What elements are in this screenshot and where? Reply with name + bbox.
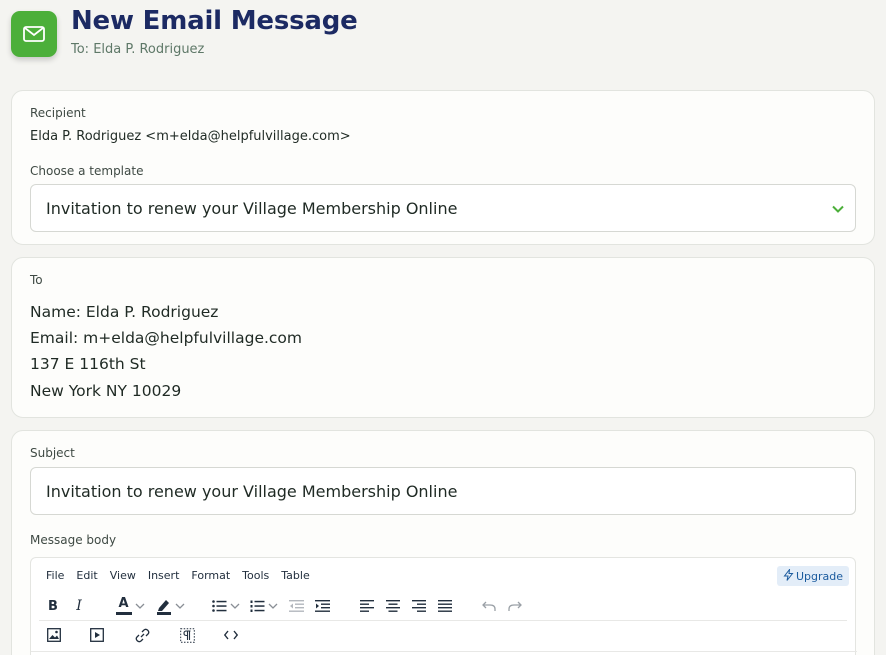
outdent-icon bbox=[288, 600, 304, 612]
template-select[interactable]: Invitation to renew your Village Members… bbox=[30, 184, 856, 232]
highlight-button[interactable] bbox=[153, 595, 187, 617]
menu-tools[interactable]: Tools bbox=[242, 569, 269, 582]
editor-content-divider bbox=[31, 651, 857, 652]
numbered-list-button[interactable] bbox=[247, 595, 281, 617]
redo-button[interactable] bbox=[506, 595, 524, 617]
bold-button[interactable]: B bbox=[45, 595, 61, 617]
subject-input[interactable]: Invitation to renew your Village Members… bbox=[30, 467, 856, 515]
code-icon bbox=[224, 630, 238, 640]
chevron-down-icon bbox=[135, 603, 144, 609]
template-label: Choose a template bbox=[30, 164, 144, 178]
menu-table[interactable]: Table bbox=[281, 569, 309, 582]
media-icon bbox=[90, 628, 104, 642]
to-name-line: Name: Elda P. Rodriguez bbox=[30, 303, 219, 321]
bullet-list-icon bbox=[212, 600, 227, 612]
text-color-button[interactable]: A bbox=[113, 595, 147, 617]
align-left-icon bbox=[360, 600, 374, 612]
undo-icon bbox=[482, 600, 496, 612]
chevron-down-icon bbox=[230, 603, 240, 609]
lightning-icon bbox=[783, 567, 794, 584]
align-left-button[interactable] bbox=[358, 595, 376, 617]
subject-label: Subject bbox=[30, 446, 75, 460]
align-center-icon bbox=[386, 600, 400, 612]
menu-edit[interactable]: Edit bbox=[76, 569, 97, 582]
message-body-label: Message body bbox=[30, 533, 117, 547]
editor-menubar: File Edit View Insert Format Tools Table bbox=[46, 569, 322, 582]
link-icon bbox=[135, 628, 150, 643]
page-title: New Email Message bbox=[71, 6, 358, 36]
italic-button[interactable]: I bbox=[71, 595, 87, 617]
highlight-icon bbox=[156, 597, 172, 615]
chevron-down-icon bbox=[175, 603, 184, 609]
outdent-button[interactable] bbox=[287, 595, 305, 617]
insert-media-button[interactable] bbox=[88, 624, 106, 646]
menu-file[interactable]: File bbox=[46, 569, 64, 582]
redo-icon bbox=[508, 600, 522, 612]
numbered-list-icon bbox=[250, 600, 265, 612]
message-card: Subject Invitation to renew your Village… bbox=[11, 430, 875, 655]
menu-insert[interactable]: Insert bbox=[148, 569, 180, 582]
align-center-button[interactable] bbox=[384, 595, 402, 617]
chevron-down-icon bbox=[268, 603, 278, 609]
page-subtitle: To: Elda P. Rodriguez bbox=[71, 42, 205, 57]
upgrade-button[interactable]: Upgrade bbox=[776, 566, 849, 586]
insert-link-button[interactable] bbox=[133, 624, 151, 646]
source-code-button[interactable] bbox=[222, 624, 240, 646]
recipient-value: Elda P. Rodriguez <m+elda@helpfulvillage… bbox=[30, 129, 351, 144]
align-right-button[interactable] bbox=[410, 595, 428, 617]
align-justify-icon bbox=[438, 600, 452, 612]
text-color-icon: A bbox=[115, 596, 132, 616]
indent-icon bbox=[314, 600, 330, 612]
toolbar-divider bbox=[39, 620, 847, 621]
bullet-list-button[interactable] bbox=[209, 595, 243, 617]
subject-value: Invitation to renew your Village Members… bbox=[46, 482, 458, 501]
indent-button[interactable] bbox=[313, 595, 331, 617]
paragraph-icon bbox=[179, 627, 195, 643]
to-email-line: Email: m+elda@helpfulvillage.com bbox=[30, 329, 303, 347]
align-justify-button[interactable] bbox=[436, 595, 454, 617]
menu-format[interactable]: Format bbox=[191, 569, 230, 582]
recipient-card: Recipient Elda P. Rodriguez <m+elda@help… bbox=[11, 90, 875, 245]
to-card: To Name: Elda P. Rodriguez Email: m+elda… bbox=[11, 257, 875, 418]
align-right-icon bbox=[412, 600, 426, 612]
template-selected-value: Invitation to renew your Village Members… bbox=[46, 199, 458, 218]
menu-view[interactable]: View bbox=[110, 569, 136, 582]
image-icon bbox=[47, 628, 61, 642]
mail-icon bbox=[11, 11, 57, 57]
show-blocks-button[interactable] bbox=[178, 624, 196, 646]
to-street-line: 137 E 116th St bbox=[30, 355, 146, 373]
undo-button[interactable] bbox=[480, 595, 498, 617]
chevron-down-icon bbox=[831, 201, 845, 220]
to-city-line: New York NY 10029 bbox=[30, 382, 182, 400]
upgrade-label: Upgrade bbox=[795, 569, 843, 583]
recipient-label: Recipient bbox=[30, 106, 86, 120]
insert-image-button[interactable] bbox=[45, 624, 63, 646]
rich-text-editor[interactable]: File Edit View Insert Format Tools Table… bbox=[30, 557, 857, 655]
to-label: To bbox=[30, 273, 43, 287]
text-color-glyph: A bbox=[118, 596, 129, 611]
